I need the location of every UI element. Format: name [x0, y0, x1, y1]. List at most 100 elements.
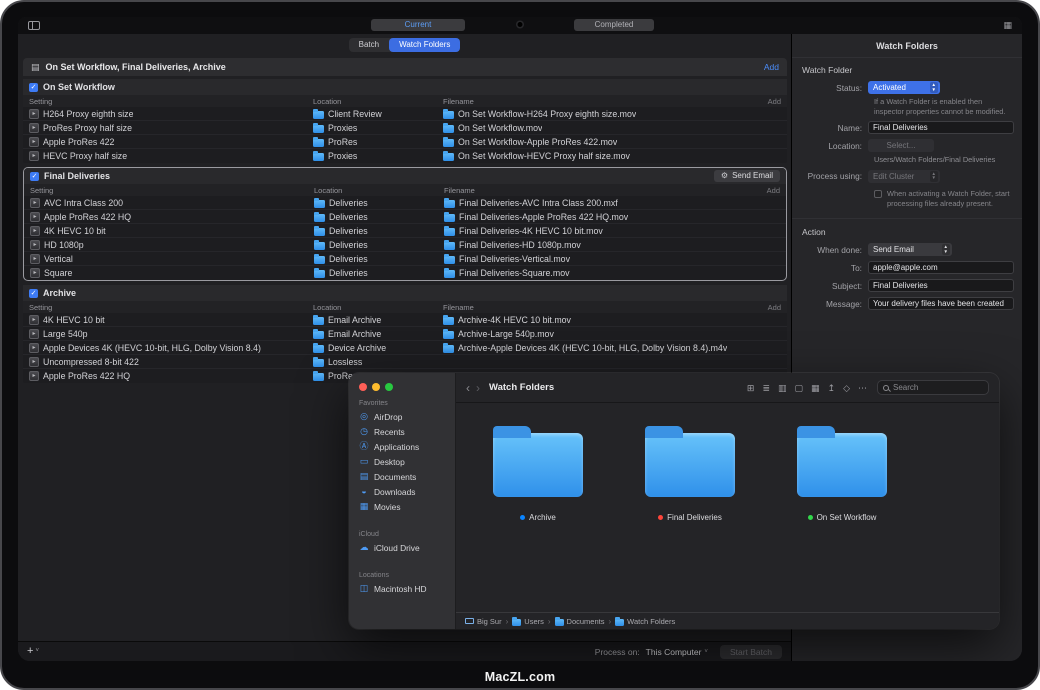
- name-field[interactable]: Final Deliveries: [868, 121, 1014, 134]
- setting-row[interactable]: ▸VerticalDeliveriesFinal Deliveries-Vert…: [24, 252, 786, 266]
- batch-title: On Set Workflow, Final Deliveries, Archi…: [46, 62, 226, 72]
- add-setting-link[interactable]: Add: [768, 303, 781, 312]
- setting-row[interactable]: ▸SquareDeliveriesFinal Deliveries-Square…: [24, 266, 786, 280]
- setting-row[interactable]: ▸4K HEVC 10 bitDeliveriesFinal Deliverie…: [24, 224, 786, 238]
- grid-icon[interactable]: ▦: [1003, 21, 1012, 30]
- setting-row[interactable]: ▸HD 1080pDeliveriesFinal Deliveries-HD 1…: [24, 238, 786, 252]
- minimize-button[interactable]: [372, 383, 380, 391]
- folder-icon: [444, 256, 455, 264]
- folder-label: On Set Workflow: [808, 513, 877, 522]
- add-setting-link[interactable]: Add: [768, 97, 781, 106]
- message-field[interactable]: Your delivery files have been created: [868, 297, 1014, 310]
- path-segment-watch-folders[interactable]: Watch Folders: [615, 617, 675, 626]
- sidebar-item-label: iCloud Drive: [374, 543, 420, 553]
- add-button[interactable]: + ˅: [27, 646, 39, 657]
- setting-row[interactable]: ▸Large 540pEmail ArchiveArchive-Large 54…: [23, 327, 787, 341]
- location-name: Deliveries: [329, 254, 368, 264]
- setting-row[interactable]: ▸Apple ProRes 422 HQDeliveriesFinal Deli…: [24, 210, 786, 224]
- watch-folder-section-label: Watch Folder: [792, 58, 1022, 76]
- when-done-dropdown[interactable]: Send Email ▲▼: [868, 243, 952, 256]
- location-name: Email Archive: [328, 329, 381, 339]
- setting-row[interactable]: ▸Apple Devices 4K (HEVC 10-bit, HLG, Dol…: [23, 341, 787, 355]
- to-field[interactable]: apple@apple.com: [868, 261, 1014, 274]
- sidebar-item-icloud-drive[interactable]: ☁iCloud Drive: [349, 540, 455, 555]
- message-label: Message:: [792, 299, 868, 309]
- setting-name: ProRes Proxy half size: [43, 123, 132, 133]
- activate-checkbox-row[interactable]: When activating a Watch Folder, start pr…: [874, 189, 1014, 208]
- checkbox-icon[interactable]: ✓: [29, 289, 38, 298]
- share-icon[interactable]: ↥: [828, 383, 836, 393]
- column-setting: Setting: [29, 97, 313, 106]
- path-segment-big-sur[interactable]: Big Sur: [465, 617, 502, 626]
- zoom-button[interactable]: [385, 383, 393, 391]
- search-input[interactable]: Search: [877, 380, 989, 395]
- gallery-view-icon[interactable]: ▢: [795, 383, 804, 393]
- sidebar-item-label: Desktop: [374, 457, 405, 467]
- watch-folder-group-final-deliveries[interactable]: ✓Final Deliveries⚙Send EmailSettingLocat…: [23, 167, 787, 281]
- sidebar-item-documents[interactable]: ▤Documents: [349, 469, 455, 484]
- finder-window[interactable]: Favorites◎AirDrop◷RecentsⒶApplications▭D…: [349, 373, 999, 629]
- sidebar-item-desktop[interactable]: ▭Desktop: [349, 454, 455, 469]
- setting-row[interactable]: ▸Uncompressed 8-bit 422Lossless: [23, 355, 787, 369]
- sidebar-item-airdrop[interactable]: ◎AirDrop: [349, 409, 455, 424]
- folder-icon: [444, 270, 455, 278]
- group-by-icon[interactable]: ▦: [811, 383, 820, 393]
- column-view-icon[interactable]: ▥: [778, 383, 787, 393]
- setting-row[interactable]: ▸HEVC Proxy half sizeProxiesOn Set Workf…: [23, 149, 787, 163]
- send-email-badge[interactable]: ⚙Send Email: [714, 170, 780, 182]
- setting-name: Apple ProRes 422 HQ: [43, 371, 130, 381]
- sidebar-item-macintosh-hd[interactable]: ◫Macintosh HD: [349, 581, 455, 596]
- finder-toolbar: ‹ › Watch Folders ⊞≣▥▢▦↥◇⋯ Search: [456, 373, 999, 403]
- sidebar-item-recents[interactable]: ◷Recents: [349, 424, 455, 439]
- icon-view-icon[interactable]: ⊞: [747, 383, 755, 393]
- watch-folder-group-archive[interactable]: ✓ArchiveSettingLocationFilenameAdd▸4K HE…: [23, 285, 787, 383]
- process-on-dropdown[interactable]: This Computer ˅: [646, 647, 708, 657]
- tab-current[interactable]: Current: [371, 19, 465, 31]
- tab-completed[interactable]: Completed: [574, 19, 654, 31]
- path-segment-documents[interactable]: Documents: [555, 617, 605, 626]
- more-actions-icon[interactable]: ⋯: [858, 383, 867, 393]
- group-header[interactable]: ✓Archive: [23, 285, 787, 301]
- location-select-button[interactable]: Select...: [868, 139, 934, 152]
- folder-icon: [444, 200, 455, 208]
- forward-icon[interactable]: ›: [476, 382, 480, 394]
- back-icon[interactable]: ‹: [466, 382, 470, 394]
- setting-row[interactable]: ▸4K HEVC 10 bitEmail ArchiveArchive-4K H…: [23, 313, 787, 327]
- sidebar-item-downloads[interactable]: ◒Downloads: [349, 484, 455, 499]
- setting-row[interactable]: ▸AVC Intra Class 200DeliveriesFinal Deli…: [24, 196, 786, 210]
- checkbox-icon[interactable]: ✓: [29, 83, 38, 92]
- setting-name: HD 1080p: [44, 240, 84, 250]
- finder-folder-final-deliveries[interactable]: Final Deliveries: [634, 425, 746, 522]
- setting-name: AVC Intra Class 200: [44, 198, 123, 208]
- sidebar-item-applications[interactable]: ⒶApplications: [349, 439, 455, 454]
- finder-folder-archive[interactable]: Archive: [482, 425, 594, 522]
- movies-icon: ▦: [359, 502, 369, 511]
- checkbox-icon[interactable]: [874, 190, 882, 198]
- process-using-dropdown[interactable]: Edit Cluster ▲▼: [868, 170, 940, 183]
- status-dropdown[interactable]: Activated ▲▼: [868, 81, 940, 94]
- batch-header[interactable]: ▤ On Set Workflow, Final Deliveries, Arc…: [23, 58, 787, 76]
- group-header[interactable]: ✓Final Deliveries⚙Send Email: [24, 168, 786, 184]
- tab-batch[interactable]: Batch: [349, 38, 389, 52]
- sidebar-item-movies[interactable]: ▦Movies: [349, 499, 455, 514]
- path-segment-users[interactable]: Users: [512, 617, 544, 626]
- setting-name: Vertical: [44, 254, 73, 264]
- setting-row[interactable]: ▸Apple ProRes 422ProResOn Set Workflow-A…: [23, 135, 787, 149]
- add-watch-folder-link[interactable]: Add: [764, 62, 779, 72]
- folder-icon: [313, 153, 324, 161]
- checkbox-icon[interactable]: ✓: [30, 172, 39, 181]
- group-header[interactable]: ✓On Set Workflow: [23, 79, 787, 95]
- add-setting-link[interactable]: Add: [767, 186, 780, 195]
- tags-icon[interactable]: ◇: [843, 383, 850, 393]
- setting-row[interactable]: ▸ProRes Proxy half sizeProxiesOn Set Wor…: [23, 121, 787, 135]
- setting-row[interactable]: ▸H264 Proxy eighth sizeClient ReviewOn S…: [23, 107, 787, 121]
- finder-folder-on-set-workflow[interactable]: On Set Workflow: [786, 425, 898, 522]
- tab-watch-folders[interactable]: Watch Folders: [389, 38, 460, 52]
- close-button[interactable]: [359, 383, 367, 391]
- folder-icon: [314, 256, 325, 264]
- start-batch-button[interactable]: Start Batch: [720, 645, 782, 659]
- watch-folder-group-on-set-workflow[interactable]: ✓On Set WorkflowSettingLocationFilenameA…: [23, 79, 787, 163]
- list-view-icon[interactable]: ≣: [762, 383, 770, 393]
- sidebar-toggle-icon[interactable]: [28, 21, 40, 30]
- subject-field[interactable]: Final Deliveries: [868, 279, 1014, 292]
